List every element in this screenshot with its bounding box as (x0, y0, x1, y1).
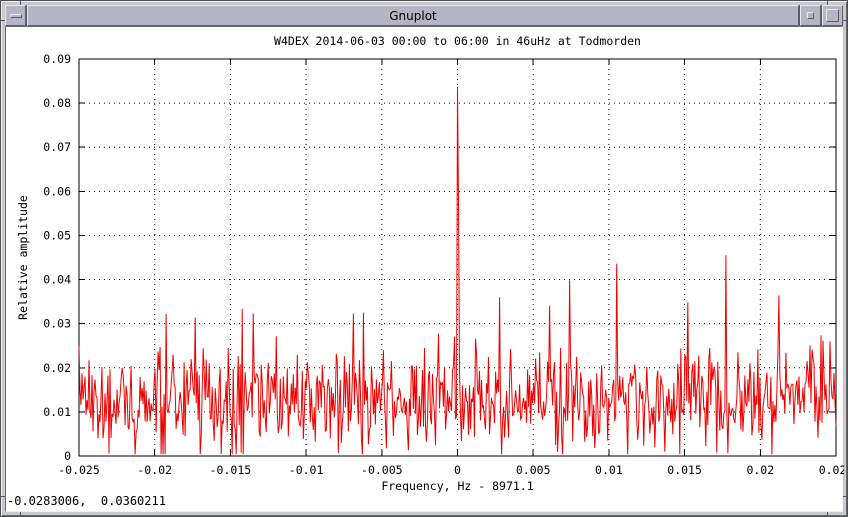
svg-text:-0.005: -0.005 (361, 463, 403, 477)
plot-canvas[interactable]: -0.025 -0.02 -0.015 -0.01 -0.005 0 0.005 0.01 0.… (6, 27, 844, 513)
svg-text:0.01: 0.01 (595, 463, 623, 477)
svg-text:0.08: 0.08 (43, 96, 71, 110)
window-title: Gnuplot (389, 8, 437, 23)
svg-text:0.01: 0.01 (43, 405, 71, 419)
svg-text:0: 0 (64, 449, 71, 463)
svg-text:0.005: 0.005 (516, 463, 551, 477)
svg-text:0.05: 0.05 (43, 228, 71, 242)
frame-notch (20, 512, 21, 516)
minimize-button[interactable] (800, 5, 821, 26)
resize-handle-bottom-left[interactable] (1, 500, 17, 516)
svg-text:W4DEX 2014-06-03 00:00 to 06:0: W4DEX 2014-06-03 00:00 to 06:00 in 46uHz… (274, 34, 641, 48)
plot-client-area: -0.025 -0.02 -0.015 -0.01 -0.005 0 0.005 0.01 0.… (5, 26, 844, 513)
svg-text:0.03: 0.03 (43, 317, 71, 331)
svg-text:0.025: 0.025 (819, 463, 844, 477)
resize-handle-bottom-right[interactable] (831, 500, 847, 516)
minimize-icon (807, 12, 814, 19)
frame-notch (843, 20, 847, 21)
frame-notch (827, 512, 828, 516)
svg-text:0.02: 0.02 (746, 463, 774, 477)
coordinate-readout: -0.0283006, 0.0360211 (7, 494, 166, 508)
svg-text:-0.01: -0.01 (289, 463, 324, 477)
svg-text:-0.02: -0.02 (137, 463, 172, 477)
svg-text:0.07: 0.07 (43, 140, 71, 154)
svg-text:-0.015: -0.015 (210, 463, 252, 477)
svg-text:-0.025: -0.025 (58, 463, 100, 477)
frame-notch (1, 496, 5, 497)
titlebar[interactable]: Gnuplot (5, 5, 843, 26)
svg-text:0: 0 (454, 463, 461, 477)
frame-notch (843, 496, 847, 497)
svg-text:0.015: 0.015 (667, 463, 702, 477)
frame-notch (20, 1, 21, 5)
svg-text:0.06: 0.06 (43, 184, 71, 198)
window-title-field[interactable]: Gnuplot (27, 5, 799, 26)
svg-text:0.02: 0.02 (43, 361, 71, 375)
svg-text:Relative amplitude: Relative amplitude (16, 195, 30, 320)
svg-text:0.09: 0.09 (43, 52, 71, 66)
resize-handle-top-left[interactable] (1, 1, 17, 17)
frame-notch (1, 20, 5, 21)
svg-text:0.04: 0.04 (43, 273, 71, 287)
resize-handle-top-right[interactable] (831, 1, 847, 17)
gnuplot-window: Gnuplot -0.025 -0.02 -0.015 -0.01 -0.005 0 0.0… (0, 0, 848, 517)
svg-text:Frequency, Hz - 8971.1: Frequency, Hz - 8971.1 (381, 479, 533, 493)
frame-notch (827, 1, 828, 5)
